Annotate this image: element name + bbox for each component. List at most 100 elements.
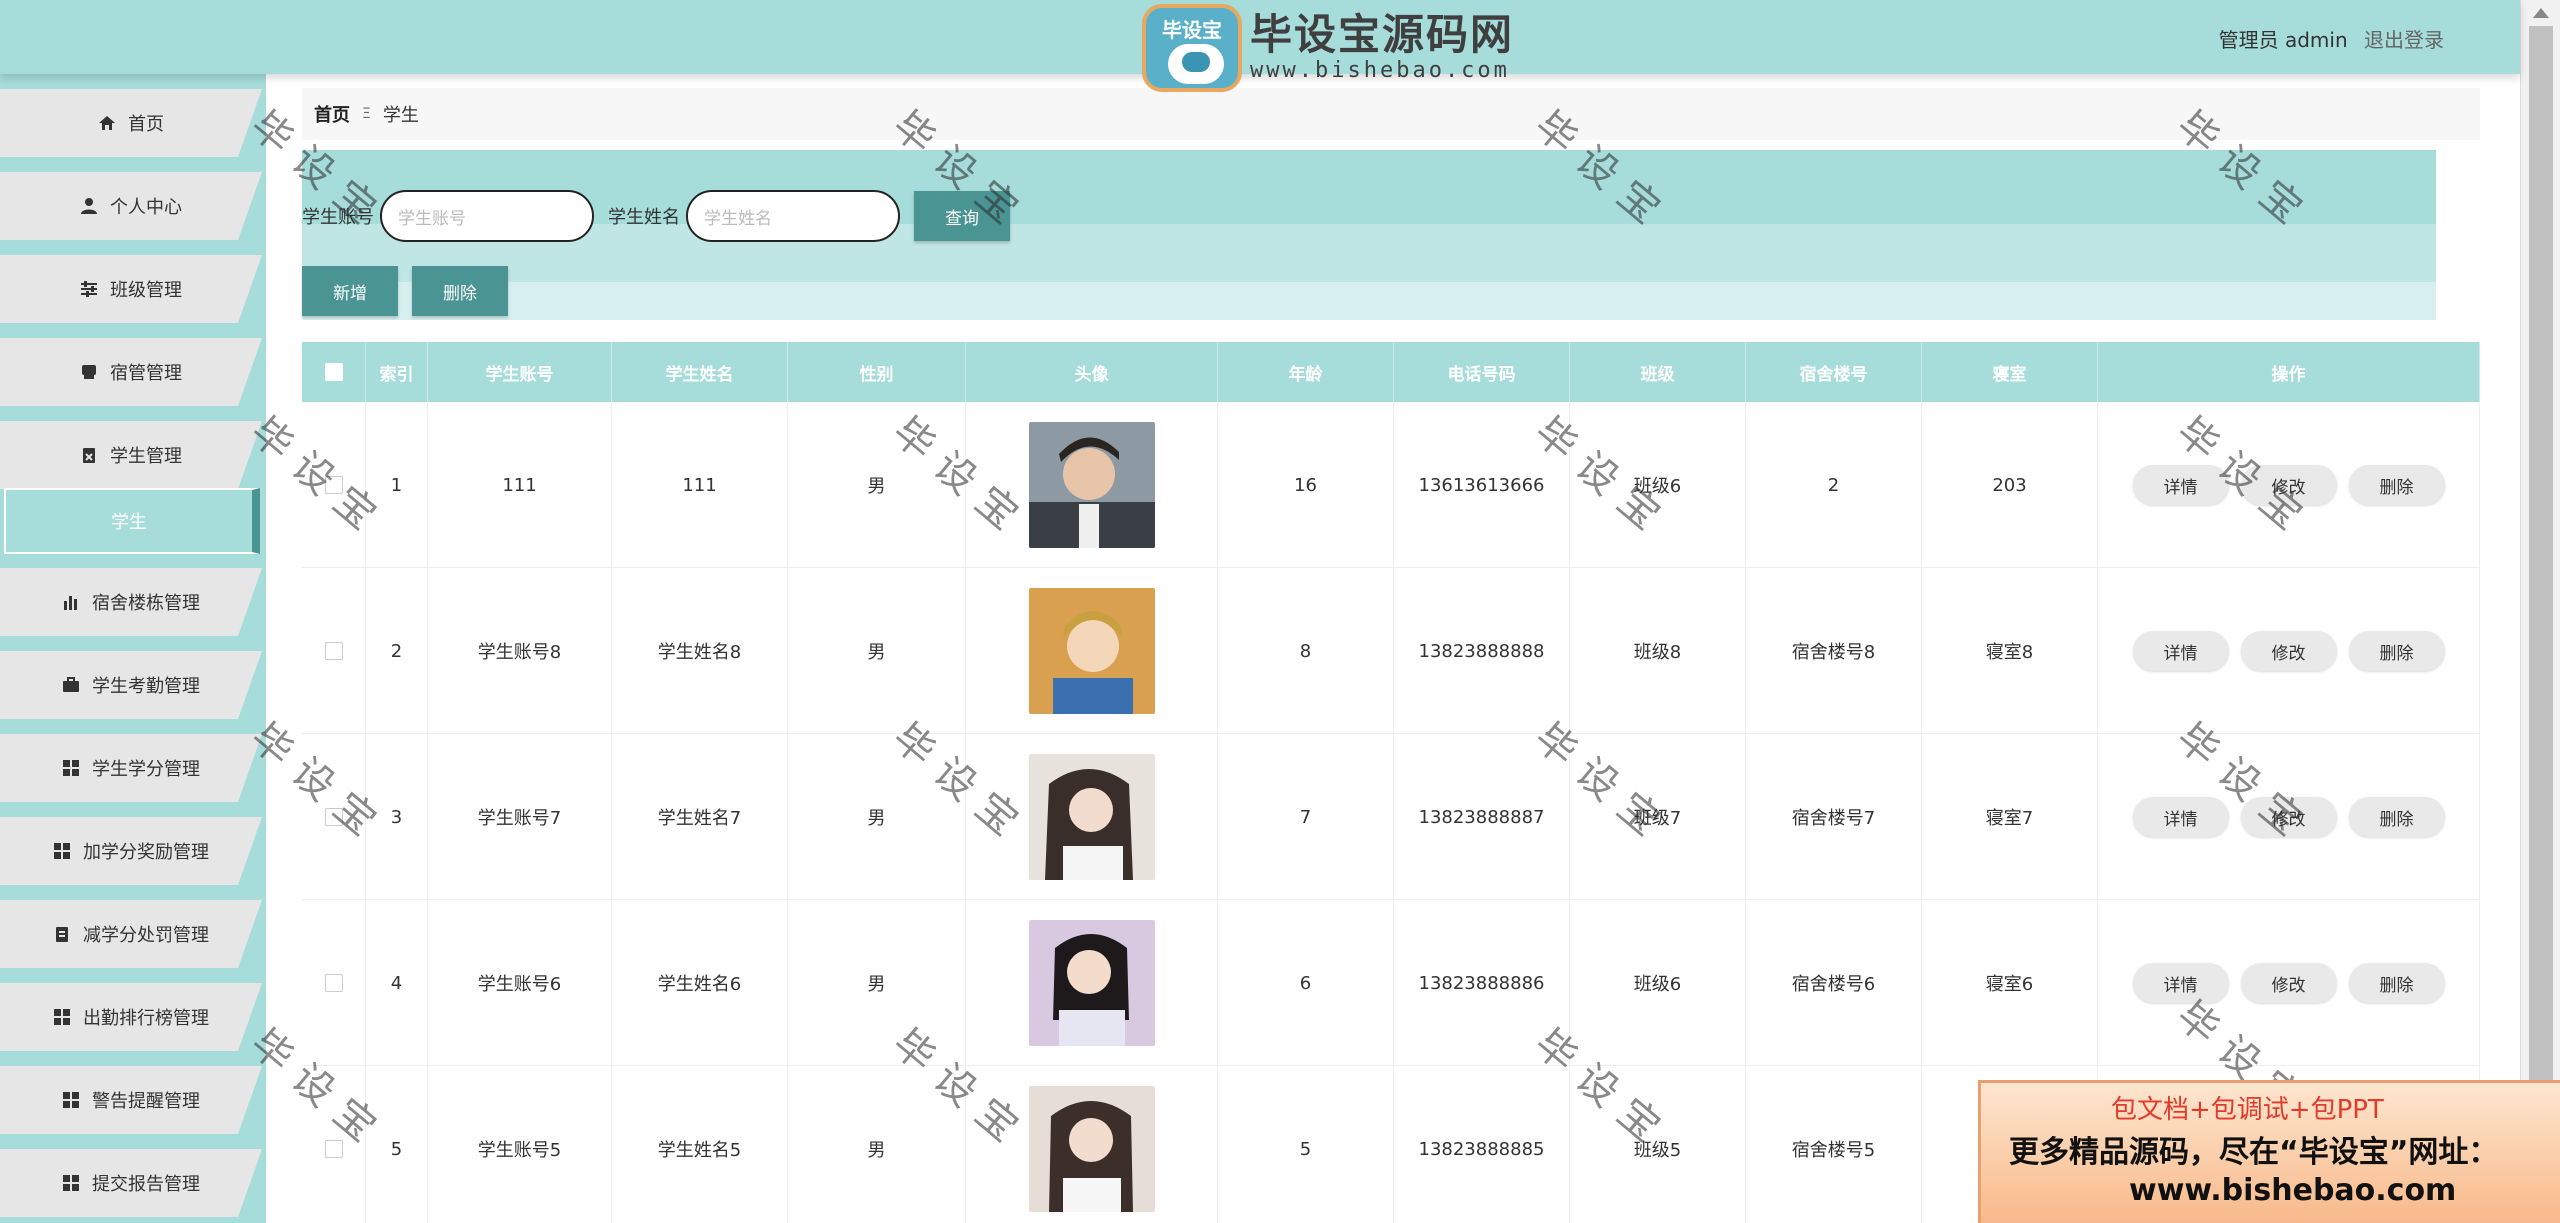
cell-building: 宿舍楼号7 <box>1746 734 1922 900</box>
cell-gender: 男 <box>788 568 966 734</box>
cell-actions: 详情 修改 删除 <box>2098 900 2480 1066</box>
clipboard-icon <box>80 446 98 464</box>
sidebar-item-credits[interactable]: 学生学分管理 <box>0 734 262 802</box>
edit-button[interactable]: 修改 <box>2240 631 2337 671</box>
cell-room: 203 <box>1922 402 2098 568</box>
sidebar-item-label: 宿舍楼栋管理 <box>92 593 200 614</box>
col-header: 电话号码 <box>1394 342 1570 402</box>
promo-line-2: 更多精品源码，尽在“毕设宝”网址： <box>2009 1135 2499 1170</box>
col-header: 头像 <box>966 342 1218 402</box>
cell-age: 6 <box>1218 900 1394 1066</box>
cell-name: 学生姓名7 <box>612 734 788 900</box>
student-avatar-image <box>1028 1086 1155 1212</box>
logo-title: 毕设宝源码网 <box>1250 10 1515 59</box>
select-all-checkbox[interactable] <box>324 363 343 381</box>
cell-actions: 详情 修改 删除 <box>2098 734 2480 900</box>
delete-button[interactable]: 删除 <box>2348 631 2445 671</box>
col-header: 索引 <box>366 342 428 402</box>
edit-button[interactable]: 修改 <box>2240 797 2337 837</box>
row-checkbox[interactable] <box>324 808 343 826</box>
breadcrumb-home[interactable]: 首页 <box>314 101 350 127</box>
promo-banner[interactable]: 包文档+包调试+包PPT 更多精品源码，尽在“毕设宝”网址： www.bishe… <box>1978 1080 2560 1223</box>
sidebar-item-report[interactable]: 提交报告管理 <box>0 1149 262 1217</box>
sidebar-item-student-mgmt[interactable]: 学生管理 <box>0 421 262 489</box>
col-header: 宿舍楼号 <box>1746 342 1922 402</box>
cell-room: 寝室6 <box>1922 900 2098 1066</box>
scroll-up-arrow-icon[interactable] <box>2533 8 2549 18</box>
batch-delete-button[interactable]: 删除 <box>412 266 508 316</box>
row-checkbox[interactable] <box>324 974 343 992</box>
sidebar-item-label: 加学分奖励管理 <box>83 842 209 863</box>
col-header: 年龄 <box>1218 342 1394 402</box>
sidebar-item-profile[interactable]: 个人中心 <box>0 172 262 240</box>
cell-class: 班级6 <box>1570 402 1746 568</box>
edit-button[interactable]: 修改 <box>2240 465 2337 505</box>
query-button[interactable]: 查询 <box>914 191 1010 241</box>
user-icon <box>80 197 98 215</box>
sidebar-item-ranking[interactable]: 出勤排行榜管理 <box>0 983 262 1051</box>
account-label: 学生账号 <box>302 207 374 228</box>
vertical-scrollbar[interactable] <box>2520 0 2560 1223</box>
page: 管理员 admin 退出登录 毕设宝 毕设宝源码网 www.bishebao.c… <box>0 0 2560 1223</box>
cell-avatar <box>966 568 1218 734</box>
scroll-thumb[interactable] <box>2529 26 2553 1206</box>
row-select-cell <box>302 402 366 568</box>
name-search-input[interactable]: 学生姓名 <box>686 190 900 242</box>
breadcrumb-current: 学生 <box>382 105 419 126</box>
site-logo: 毕设宝 毕设宝源码网 www.bishebao.com <box>1142 0 1532 96</box>
sidebar-item-label: 出勤排行榜管理 <box>83 1008 209 1029</box>
sidebar-item-label: 首页 <box>128 114 164 135</box>
sidebar-item-home[interactable]: 首页 <box>0 89 262 157</box>
logo-badge-text: 毕设宝 <box>1162 18 1222 42</box>
detail-button[interactable]: 详情 <box>2132 465 2229 505</box>
cell-gender: 男 <box>788 734 966 900</box>
delete-button[interactable]: 删除 <box>2348 465 2445 505</box>
cell-index: 5 <box>366 1066 428 1223</box>
sliders-icon <box>80 280 98 298</box>
cell-age: 7 <box>1218 734 1394 900</box>
edit-button[interactable]: 修改 <box>2240 963 2337 1003</box>
cell-name: 学生姓名5 <box>612 1066 788 1223</box>
sidebar-item-label: 班级管理 <box>110 280 182 301</box>
table-row: 2 学生账号8 学生姓名8 男 8 13823888888 班级8 宿舍楼号8 … <box>302 568 2480 734</box>
detail-button[interactable]: 详情 <box>2132 963 2229 1003</box>
user-area: 管理员 admin 退出登录 <box>2219 24 2444 53</box>
table-row: 1 111 111 男 16 13613613666 班级6 2 203 详情 … <box>302 402 2480 568</box>
sidebar-item-class[interactable]: 班级管理 <box>0 255 262 323</box>
sidebar-item-dorm-admin[interactable]: 宿管管理 <box>0 338 262 406</box>
cell-building: 宿舍楼号6 <box>1746 900 1922 1066</box>
cell-room: 寝室7 <box>1922 734 2098 900</box>
cell-avatar <box>966 734 1218 900</box>
logout-link[interactable]: 退出登录 <box>2364 28 2444 52</box>
detail-button[interactable]: 详情 <box>2132 797 2229 837</box>
student-avatar-image <box>1028 422 1155 548</box>
add-button[interactable]: 新增 <box>302 266 398 316</box>
cell-age: 5 <box>1218 1066 1394 1223</box>
sidebar-item-label: 学生管理 <box>110 446 182 467</box>
bar-chart-icon <box>62 593 80 611</box>
sidebar-item-label: 警告提醒管理 <box>92 1091 200 1112</box>
cell-gender: 男 <box>788 1066 966 1223</box>
delete-button[interactable]: 删除 <box>2348 963 2445 1003</box>
row-select-cell <box>302 734 366 900</box>
sidebar-item-penalty[interactable]: 减学分处罚管理 <box>0 900 262 968</box>
sidebar-item-attendance[interactable]: 学生考勤管理 <box>0 651 262 719</box>
cell-index: 1 <box>366 402 428 568</box>
sidebar-item-building[interactable]: 宿舍楼栋管理 <box>0 568 262 636</box>
sidebar-subitem-student[interactable]: 学生 <box>4 488 260 554</box>
sidebar-item-warning[interactable]: 警告提醒管理 <box>0 1066 262 1134</box>
cell-avatar <box>966 900 1218 1066</box>
row-checkbox[interactable] <box>324 476 343 494</box>
row-checkbox[interactable] <box>324 1140 343 1158</box>
cell-account: 学生账号7 <box>428 734 612 900</box>
detail-button[interactable]: 详情 <box>2132 631 2229 671</box>
delete-button[interactable]: 删除 <box>2348 797 2445 837</box>
sidebar-item-bonus[interactable]: 加学分奖励管理 <box>0 817 262 885</box>
grid-icon <box>62 1091 80 1109</box>
row-checkbox[interactable] <box>324 642 343 660</box>
cell-actions: 详情 修改 删除 <box>2098 568 2480 734</box>
row-select-cell <box>302 1066 366 1223</box>
account-search-input[interactable]: 学生账号 <box>380 190 594 242</box>
cell-avatar <box>966 402 1218 568</box>
cell-phone: 13823888888 <box>1394 568 1570 734</box>
